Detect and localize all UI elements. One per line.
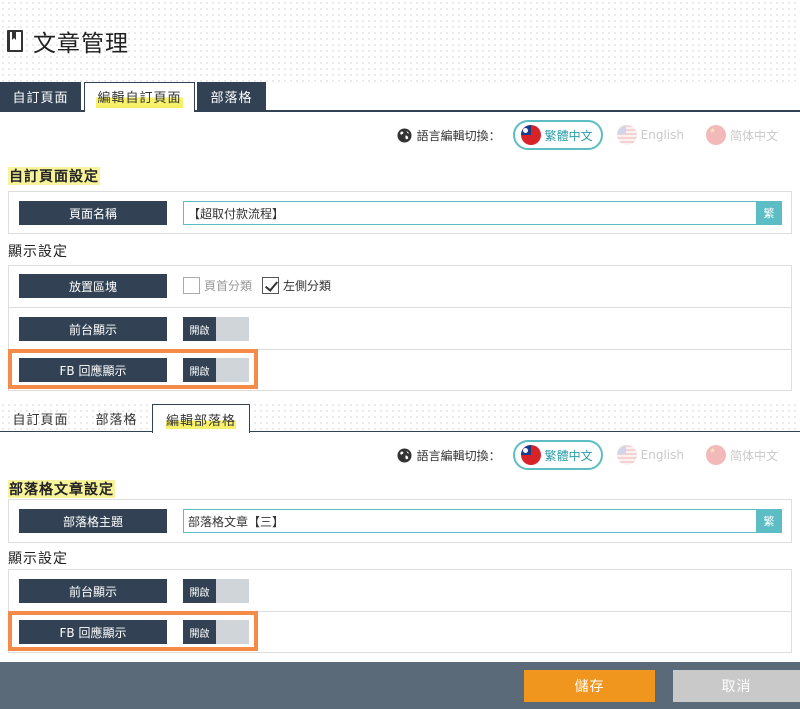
page-name-input[interactable]: 【超取付款流程】 [183, 201, 757, 225]
usa-flag-icon [616, 125, 637, 145]
blog-fb-comment-row: FB 回應顯示 開啟 [9, 612, 791, 652]
footer-bar: 儲存 取消 [0, 662, 800, 709]
frontend-display-row: 前台顯示 開啟 [9, 308, 791, 350]
blog-subject-lang-tag: 繁 [756, 509, 782, 533]
lang-option-zh-tw[interactable]: 繁體中文 [512, 120, 603, 150]
china-flag-icon [705, 445, 726, 465]
fb-comment-toggle[interactable]: 開啟 [183, 358, 249, 382]
blog-frontend-display-toggle[interactable]: 開啟 [183, 579, 249, 603]
toggle-on-label: 開啟 [183, 317, 216, 341]
left-category-label: 左側分類 [283, 279, 332, 293]
blog-fb-comment-toggle[interactable]: 開啟 [183, 620, 249, 644]
placement-options: 頁首分類 左側分類 [183, 277, 341, 294]
toggle-off-area [216, 579, 249, 603]
taiwan-flag-icon [520, 125, 541, 145]
page-title-text: 文章管理 [33, 31, 129, 57]
tab-edit-custom-page[interactable]: 編輯自訂頁面 [84, 82, 195, 112]
blog-frontend-display-row: 前台顯示 開啟 [9, 570, 791, 612]
frontend-display-label: 前台顯示 [19, 317, 167, 341]
lang-option-en[interactable]: English [611, 440, 692, 470]
left-category-checkbox[interactable] [262, 277, 280, 294]
toggle-off-area [216, 620, 249, 644]
lang-option-zh-tw[interactable]: 繁體中文 [512, 440, 603, 470]
tab-blog[interactable]: 部落格 [81, 404, 152, 432]
fb-comment-row: FB 回應顯示 開啟 [9, 350, 791, 390]
tabbar-top: 自訂頁面 編輯自訂頁面 部落格 [0, 82, 800, 112]
cancel-button[interactable]: 取消 [673, 670, 800, 702]
lang-option-en[interactable]: English [611, 120, 692, 150]
lang-option-zh-cn[interactable]: 简体中文 [700, 120, 786, 150]
blog-settings-title: 部落格文章設定 [8, 479, 115, 499]
page-title: 文章管理 [6, 24, 129, 58]
blog-frontend-display-label: 前台顯示 [19, 579, 167, 603]
page-header: 文章管理 [0, 0, 800, 82]
page-name-row: 頁面名稱 【超取付款流程】 繁 [9, 192, 791, 233]
blog-subject-panel: 部落格主題 部落格文章【三】 繁 [8, 499, 792, 543]
tab-custom-page[interactable]: 自訂頁面 [0, 82, 81, 110]
toggle-on-label: 開啟 [183, 579, 216, 603]
header-category-checkbox[interactable] [183, 277, 200, 294]
toggle-on-label: 開啟 [183, 620, 216, 644]
language-switcher: 語言編輯切換： 繁體中文 English 简体中文 [397, 120, 786, 150]
custom-page-name-panel: 頁面名稱 【超取付款流程】 繁 [8, 191, 792, 234]
blog-display-settings-title: 顯示設定 [8, 551, 68, 567]
tab-custom-page[interactable]: 自訂頁面 [0, 404, 81, 432]
page-name-label: 頁面名稱 [19, 201, 167, 225]
book-icon [7, 30, 23, 52]
language-switch-label: 語言編輯切換： [416, 128, 501, 143]
tabbar-bottom: 自訂頁面 部落格 編輯部落格 [0, 402, 800, 433]
tab-underline [0, 431, 800, 432]
custom-page-settings-title: 自訂頁面設定 [8, 166, 100, 186]
placement-label: 放置區塊 [19, 274, 167, 298]
tab-blog[interactable]: 部落格 [197, 82, 266, 110]
placement-row: 放置區塊 頁首分類 左側分類 [9, 266, 791, 308]
usa-flag-icon [616, 445, 637, 465]
page-name-lang-tag: 繁 [756, 201, 782, 225]
blog-fb-comment-label: FB 回應顯示 [19, 620, 167, 644]
blog-subject-label: 部落格主題 [19, 509, 167, 533]
display-settings-title: 顯示設定 [8, 244, 68, 260]
fb-comment-label: FB 回應顯示 [19, 358, 167, 382]
globe-icon [397, 127, 412, 143]
language-switch-label: 語言編輯切換： [416, 448, 501, 463]
blog-subject-input[interactable]: 部落格文章【三】 [183, 509, 757, 533]
blog-subject-row: 部落格主題 部落格文章【三】 繁 [9, 500, 791, 542]
header-category-label: 頁首分類 [204, 279, 253, 293]
toggle-on-label: 開啟 [183, 358, 216, 382]
save-button[interactable]: 儲存 [524, 670, 655, 702]
tab-edit-blog[interactable]: 編輯部落格 [152, 404, 250, 433]
taiwan-flag-icon [520, 445, 541, 465]
custom-page-display-panel: 放置區塊 頁首分類 左側分類 前台顯示 開啟 FB 回應顯示 開啟 [8, 265, 792, 391]
toggle-off-area [216, 358, 249, 382]
lang-option-zh-cn[interactable]: 简体中文 [700, 440, 786, 470]
globe-icon [397, 447, 412, 463]
toggle-off-area [216, 317, 249, 341]
language-switcher: 語言編輯切換： 繁體中文 English 简体中文 [397, 440, 786, 470]
blog-display-panel: 前台顯示 開啟 FB 回應顯示 開啟 [8, 569, 792, 653]
china-flag-icon [705, 125, 726, 145]
frontend-display-toggle[interactable]: 開啟 [183, 317, 249, 341]
